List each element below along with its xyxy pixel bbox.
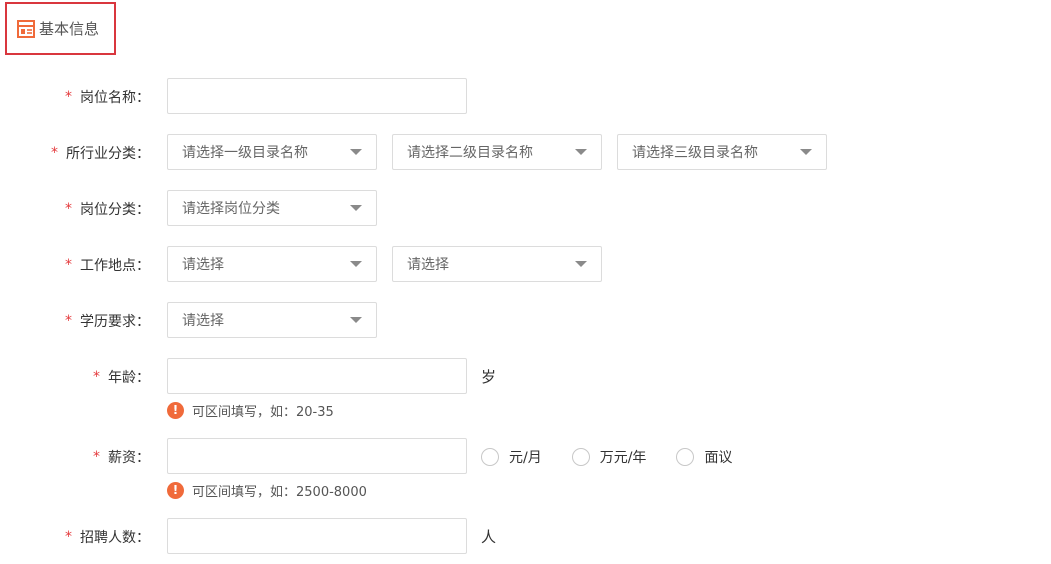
education-value: 请选择 (182, 313, 224, 329)
chevron-down-icon (350, 317, 362, 323)
location-province-select[interactable]: 请选择 (167, 246, 377, 282)
salary-hint: ! 可区间填写，如：2500-8000 (167, 480, 367, 500)
headcount-label: * 招聘人数： (65, 519, 150, 555)
age-input[interactable] (167, 358, 467, 394)
education-select[interactable]: 请选择 (167, 302, 377, 338)
job-name-label: * 岗位名称： (65, 79, 150, 115)
required-mark: * (65, 257, 72, 273)
salary-label: * 薪资： (93, 439, 150, 475)
headcount-input[interactable] (167, 518, 467, 554)
age-label: * 年龄： (93, 359, 150, 395)
industry-label: * 所行业分类： (51, 135, 150, 171)
salary-input[interactable] (167, 438, 467, 474)
education-label: * 学历要求： (65, 303, 150, 339)
section-title: 基本信息 (39, 20, 100, 38)
salary-label-text: 薪资： (108, 450, 150, 466)
industry-label-text: 所行业分类： (66, 146, 150, 162)
exclamation-icon: ! (167, 481, 184, 499)
industry-level3-value: 请选择三级目录名称 (632, 145, 758, 161)
required-mark: * (65, 201, 72, 217)
chevron-down-icon (575, 261, 587, 267)
job-category-label: * 岗位分类： (65, 191, 150, 227)
chevron-down-icon (350, 149, 362, 155)
section-header: 基本信息 (5, 2, 116, 55)
industry-level2-select[interactable]: 请选择二级目录名称 (392, 134, 602, 170)
education-label-text: 学历要求： (80, 314, 150, 330)
location-province-value: 请选择 (182, 257, 224, 273)
age-unit: 岁 (481, 367, 497, 386)
job-name-input[interactable] (167, 78, 467, 114)
salary-hint-text: 可区间填写，如：2500-8000 (192, 484, 367, 500)
radio-circle[interactable] (481, 448, 499, 466)
headcount-label-text: 招聘人数： (80, 530, 150, 546)
form-icon (17, 19, 35, 38)
location-label-text: 工作地点： (80, 258, 150, 274)
industry-level2-value: 请选择二级目录名称 (407, 145, 533, 161)
required-mark: * (93, 449, 100, 465)
age-hint: ! 可区间填写，如：20-35 (167, 400, 334, 420)
job-name-label-text: 岗位名称： (80, 90, 150, 106)
salary-option-label: 面议 (704, 450, 733, 466)
industry-level3-select[interactable]: 请选择三级目录名称 (617, 134, 827, 170)
required-mark: * (93, 369, 100, 385)
industry-level1-value: 请选择一级目录名称 (182, 145, 308, 161)
job-category-select[interactable]: 请选择岗位分类 (167, 190, 377, 226)
required-mark: * (65, 529, 72, 545)
headcount-unit: 人 (481, 527, 497, 546)
age-label-text: 年龄： (108, 370, 150, 386)
job-category-value: 请选择岗位分类 (182, 201, 280, 217)
exclamation-icon: ! (167, 401, 184, 419)
salary-option-yearly[interactable]: 万元/年 (571, 447, 647, 467)
chevron-down-icon (350, 261, 362, 267)
chevron-down-icon (575, 149, 587, 155)
radio-circle[interactable] (571, 448, 590, 466)
salary-unit-radio-group: 元/月 万元/年 面议 (481, 439, 762, 475)
required-mark: * (65, 313, 72, 329)
chevron-down-icon (350, 205, 362, 211)
salary-option-negotiable[interactable]: 面议 (676, 447, 732, 467)
required-mark: * (65, 89, 72, 105)
required-mark: * (51, 145, 58, 161)
industry-level1-select[interactable]: 请选择一级目录名称 (167, 134, 377, 170)
job-category-label-text: 岗位分类： (80, 202, 150, 218)
chevron-down-icon (800, 149, 812, 155)
location-city-select[interactable]: 请选择 (392, 246, 602, 282)
salary-option-monthly[interactable]: 元/月 (481, 447, 542, 467)
salary-option-label: 元/月 (509, 450, 542, 466)
radio-circle[interactable] (676, 448, 695, 466)
location-city-value: 请选择 (407, 257, 449, 273)
salary-option-label: 万元/年 (599, 450, 647, 466)
location-label: * 工作地点： (65, 247, 150, 283)
age-hint-text: 可区间填写，如：20-35 (192, 404, 334, 420)
